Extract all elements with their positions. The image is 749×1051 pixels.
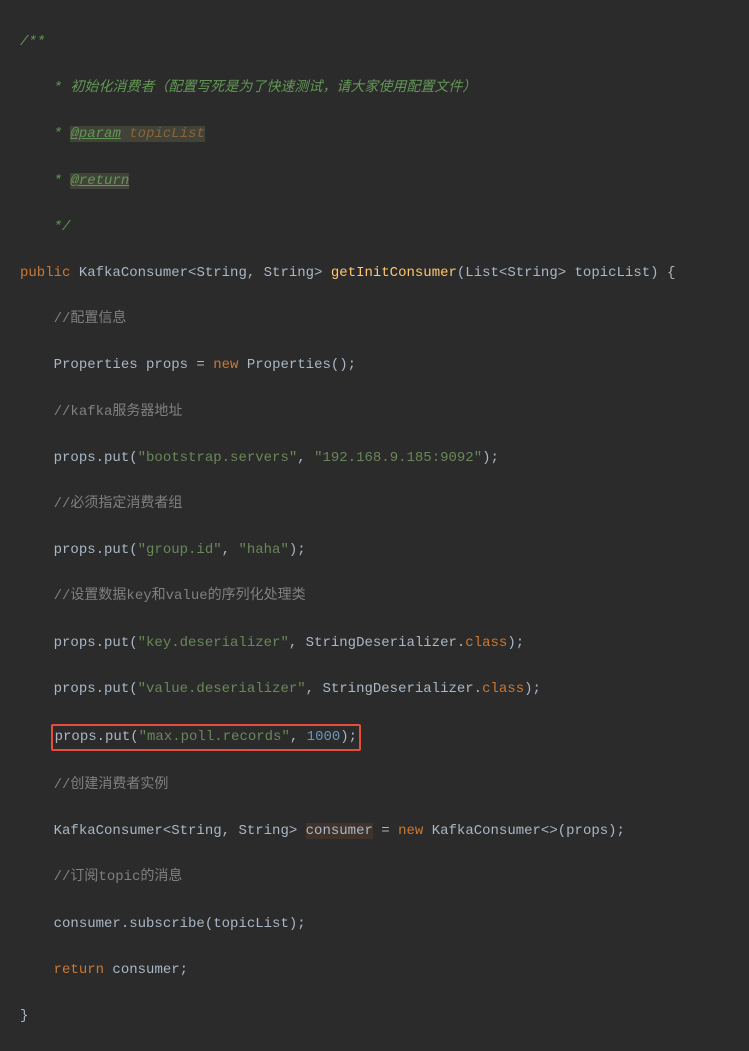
code-line: props.put("bootstrap.servers", "192.168.… [0,447,749,470]
javadoc-start: /** [20,34,45,50]
line-comment: //kafka服务器地址 [54,404,183,420]
closing-brace: } [20,1008,28,1024]
code-line: props.put("key.deserializer", StringDese… [0,632,749,655]
line-comment: //创建消费者实例 [54,777,169,793]
javadoc-return-tag: @return [70,173,129,189]
code-line: props.put("value.deserializer", StringDe… [0,678,749,701]
string-literal: "192.168.9.185:9092" [314,450,482,466]
code-line: return consumer; [0,959,749,982]
code-line: } [0,1005,749,1028]
code-line: props.put("max.poll.records", 1000); [0,724,749,751]
line-comment: //设置数据key和value的序列化处理类 [54,588,306,604]
code-line: //配置信息 [0,308,749,331]
code-line: Properties props = new Properties(); [0,354,749,377]
code-line: /** [0,31,749,54]
code-line: //kafka服务器地址 [0,401,749,424]
javadoc-end: */ [45,219,70,235]
code-line: public KafkaConsumer<String, String> get… [0,262,749,285]
line-comment: //配置信息 [54,311,127,327]
keyword-return: return [54,962,104,978]
code-line: */ [0,216,749,239]
code-editor[interactable]: /** * 初始化消费者（配置写死是为了快速测试，请大家使用配置文件） * @p… [0,8,749,1051]
string-literal: "haha" [238,542,288,558]
string-literal: "group.id" [138,542,222,558]
method-name: getInitConsumer [331,265,457,281]
highlighted-line: props.put("max.poll.records", 1000); [51,724,361,751]
keyword-new: new [398,823,423,839]
javadoc-text: * [45,80,70,96]
string-literal: "value.deserializer" [138,681,306,697]
keyword-new: new [213,357,238,373]
code-line: props.put("group.id", "haha"); [0,539,749,562]
string-literal: "max.poll.records" [139,729,290,745]
code-line: * @param topicList [0,123,749,146]
line-comment: //订阅topic的消息 [54,869,183,885]
keyword-class: class [482,681,524,697]
javadoc-param-name: topicList [121,126,205,142]
javadoc-text: * [45,173,70,189]
string-literal: "bootstrap.servers" [138,450,298,466]
string-literal: "key.deserializer" [138,635,289,651]
keyword-class: class [465,635,507,651]
javadoc-param-tag: @param [70,126,120,142]
code-line: //订阅topic的消息 [0,866,749,889]
code-line: //创建消费者实例 [0,774,749,797]
keyword-public: public [20,265,70,281]
line-comment: //必须指定消费者组 [54,496,183,512]
code-line: consumer.subscribe(topicList); [0,913,749,936]
number-literal: 1000 [307,729,341,745]
code-line: //必须指定消费者组 [0,493,749,516]
variable-highlighted: consumer [306,823,373,839]
code-line: KafkaConsumer<String, String> consumer =… [0,820,749,843]
code-line: * @return [0,170,749,193]
code-line: * 初始化消费者（配置写死是为了快速测试，请大家使用配置文件） [0,77,749,100]
javadoc-text: * [45,126,70,142]
code-line: //设置数据key和value的序列化处理类 [0,585,749,608]
